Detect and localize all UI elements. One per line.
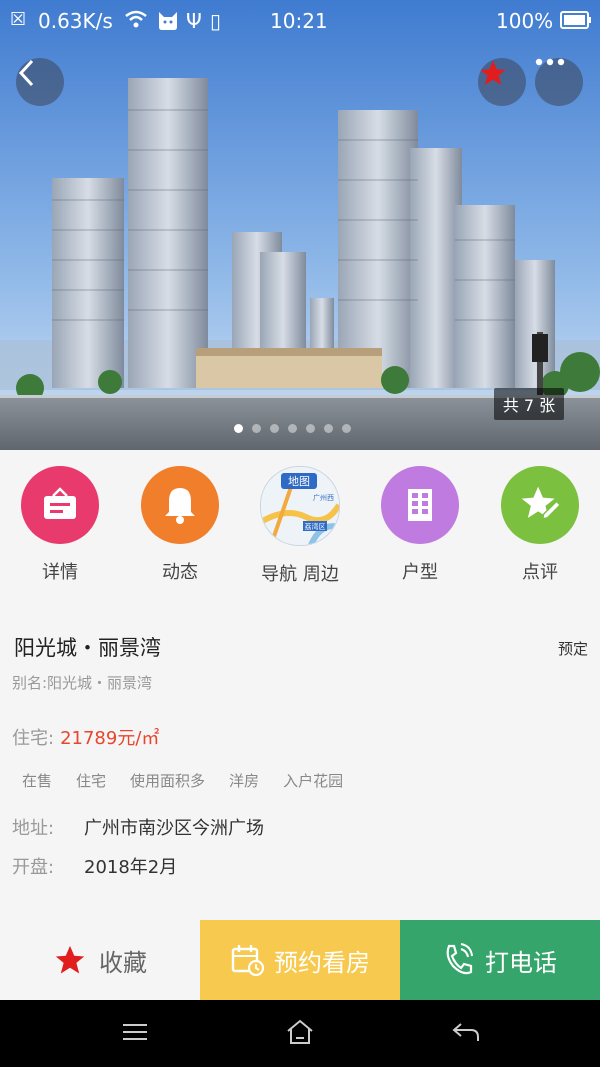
call-button[interactable]: 打电话 xyxy=(400,920,600,1000)
quick-actions: 详情 动态 地图 广州西 荔湾区 导航 周边 户型 点评 xyxy=(0,450,600,600)
tag: 使用面积多 xyxy=(130,772,206,790)
quick-action-reviews[interactable]: 点评 xyxy=(485,466,595,584)
star-icon xyxy=(53,943,87,977)
favorite-action-button[interactable]: 收藏 xyxy=(0,920,200,1000)
calendar-clock-icon xyxy=(230,943,264,977)
quick-action-news[interactable]: 动态 xyxy=(125,466,235,584)
carousel-dot xyxy=(234,424,243,433)
back-button[interactable] xyxy=(16,58,64,106)
star-pen-icon xyxy=(501,466,579,544)
call-label: 打电话 xyxy=(485,948,557,977)
favorite-button[interactable] xyxy=(478,58,526,106)
photo-count-badge[interactable]: 共 7 张 xyxy=(494,388,564,420)
document-icon xyxy=(21,466,99,544)
back-nav-button[interactable] xyxy=(446,1018,486,1050)
tag-list: 在售 住宅 使用面积多 洋房 入户花园 xyxy=(22,770,343,791)
home-icon xyxy=(285,1018,315,1050)
property-info: 阳光城・丽景湾 预定 别名:阳光城・丽景湾 住宅: 21789元/㎡ 在售 住宅 … xyxy=(0,600,600,920)
carousel-dot xyxy=(288,424,297,433)
opening-value: 2018年2月 xyxy=(84,857,178,878)
quick-action-label: 导航 周边 xyxy=(261,564,339,585)
price-row: 住宅: 21789元/㎡ xyxy=(12,724,159,750)
building-icon xyxy=(381,466,459,544)
book-viewing-button[interactable]: 预约看房 xyxy=(200,920,400,1000)
map-district-label: 荔湾区 xyxy=(305,522,326,531)
bell-icon xyxy=(141,466,219,544)
menu-icon xyxy=(121,1022,149,1046)
carousel-dot xyxy=(306,424,315,433)
opening-label: 开盘: xyxy=(12,857,55,878)
sale-status-badge: 预定 xyxy=(557,640,588,658)
return-arrow-icon xyxy=(451,1020,481,1048)
address-value: 广州市南沙区今洲广场 xyxy=(84,818,264,839)
book-viewing-label: 预约看房 xyxy=(274,948,370,977)
clock: 10:21 xyxy=(270,9,328,33)
quick-action-label: 详情 xyxy=(42,562,78,583)
battery-percent: 100% xyxy=(496,9,554,33)
property-alias: 别名:阳光城・丽景湾 xyxy=(12,674,153,692)
home-button[interactable] xyxy=(280,1018,320,1050)
carousel-dot xyxy=(342,424,351,433)
price-label: 住宅: xyxy=(12,728,55,749)
address-row[interactable]: 地址: 广州市南沙区今洲广场 xyxy=(12,814,264,840)
status-bar: ☒ 0.63K/s Ψ ▯ 10:21 100% xyxy=(0,0,600,44)
sim-icon: ▯ xyxy=(210,9,222,33)
property-name: 阳光城・丽景湾 xyxy=(14,636,161,660)
more-button[interactable] xyxy=(535,58,583,106)
carousel-dot xyxy=(324,424,333,433)
opening-row: 开盘: 2018年2月 xyxy=(12,853,177,879)
carousel-indicator xyxy=(234,424,351,433)
favorite-action-label: 收藏 xyxy=(99,948,147,977)
map-label: 地图 xyxy=(288,475,310,488)
tag: 入户花园 xyxy=(283,772,344,790)
close-notification-icon: ☒ xyxy=(10,9,27,30)
map-icon: 地图 广州西 荔湾区 xyxy=(260,466,340,546)
menu-button[interactable] xyxy=(115,1018,155,1050)
carousel-dot xyxy=(252,424,261,433)
tag: 在售 xyxy=(22,772,53,790)
quick-action-navigation[interactable]: 地图 广州西 荔湾区 导航 周边 xyxy=(245,466,355,586)
system-nav-bar xyxy=(0,1000,600,1067)
map-place-label: 广州西 xyxy=(313,493,334,502)
network-speed: 0.63K/s xyxy=(38,9,113,33)
bottom-action-bar: 收藏 预约看房 打电话 xyxy=(0,920,600,1000)
quick-action-floorplan[interactable]: 户型 xyxy=(365,466,475,584)
tag: 住宅 xyxy=(76,772,107,790)
price-value: 21789元/㎡ xyxy=(60,728,160,749)
address-label: 地址: xyxy=(12,818,55,839)
phone-icon xyxy=(443,943,473,977)
hero-photo[interactable]: ☒ 0.63K/s Ψ ▯ 10:21 100% 共 7 张 xyxy=(0,0,600,450)
tag: 洋房 xyxy=(229,772,260,790)
quick-action-details[interactable]: 详情 xyxy=(5,466,115,584)
quick-action-label: 动态 xyxy=(162,562,198,583)
carousel-dot xyxy=(270,424,279,433)
quick-action-label: 户型 xyxy=(402,562,438,583)
usb-icon: Ψ xyxy=(186,9,202,33)
quick-action-label: 点评 xyxy=(522,562,558,583)
